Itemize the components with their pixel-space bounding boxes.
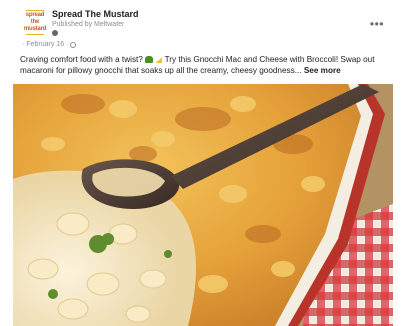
- published-by-text: Published by Meltwater: [52, 21, 125, 28]
- post-date[interactable]: February 16: [26, 40, 64, 49]
- avatar-logo-bar-bottom: [26, 33, 44, 34]
- account-icon: [52, 30, 58, 36]
- post-meta: Spread The Mustard Published by Meltwate…: [52, 9, 139, 36]
- post-caption: Craving comfort food with a twist? Try t…: [20, 54, 390, 76]
- more-options-button[interactable]: •••: [370, 18, 384, 30]
- dot-separator: ·: [22, 41, 25, 48]
- avatar-logo-text: spread the mustard: [23, 11, 47, 32]
- post-header: spread the mustard Spread The Mustard Pu…: [22, 9, 394, 49]
- broccoli-emoji-icon: [145, 56, 154, 63]
- globe-icon: [70, 41, 77, 48]
- post-photo[interactable]: [13, 84, 393, 326]
- page-name-link[interactable]: Spread The Mustard: [52, 9, 139, 20]
- see-more-link[interactable]: See more: [304, 66, 341, 75]
- cheese-emoji-icon: [155, 57, 163, 63]
- facebook-post: spread the mustard Spread The Mustard Pu…: [0, 0, 402, 326]
- avatar-logo-bar: [26, 10, 44, 11]
- dot-separator-2: ·: [66, 41, 69, 48]
- caption-text-start: Craving comfort food with a twist?: [20, 55, 143, 64]
- page-avatar[interactable]: spread the mustard: [22, 9, 48, 35]
- post-date-row: · February 16 ·: [22, 40, 77, 49]
- gnocchi-dish-illustration: [13, 84, 393, 326]
